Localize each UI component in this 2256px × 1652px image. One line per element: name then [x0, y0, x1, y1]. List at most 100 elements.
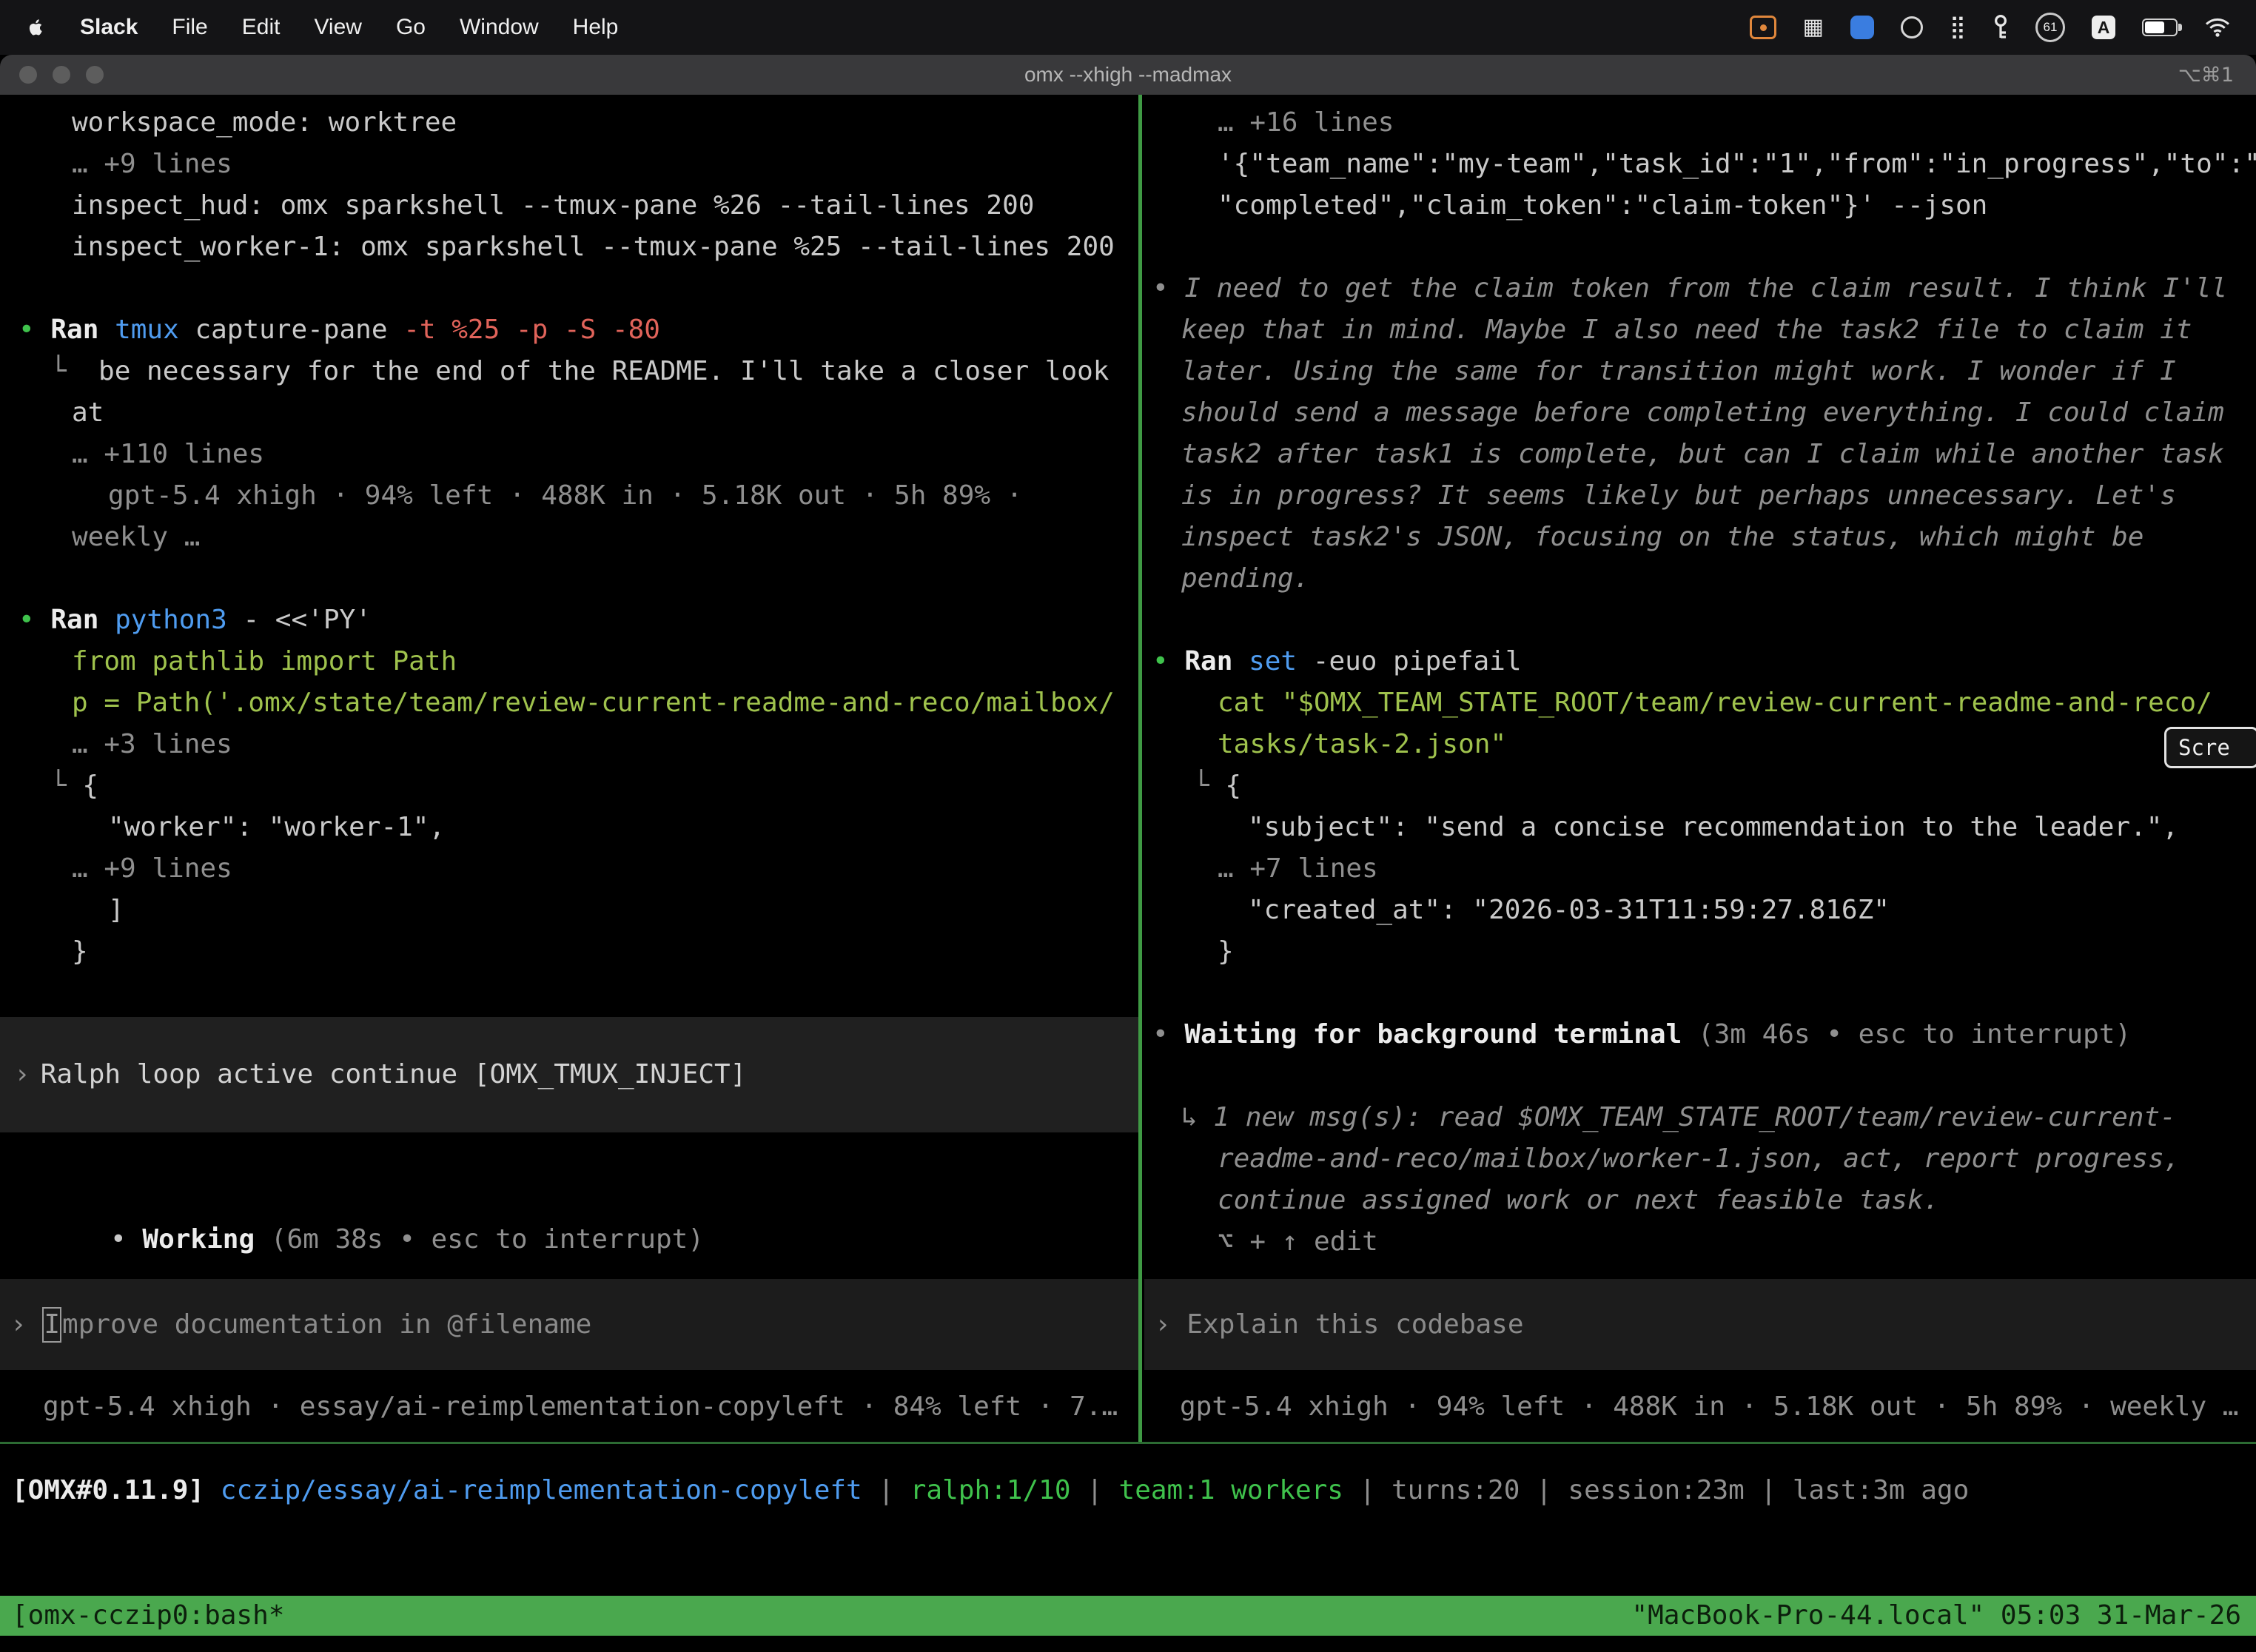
- terminal-line: ↳ 1 new msg(s): read $OMX_TEAM_STATE_ROO…: [1144, 1097, 2256, 1138]
- terminal-line: └ {: [1144, 765, 2256, 807]
- terminal-line: from pathlib import Path: [0, 641, 1138, 682]
- terminal-line: └ {: [0, 765, 1138, 807]
- menu-app-name[interactable]: Slack: [80, 15, 138, 40]
- terminal-line: [1144, 600, 2256, 641]
- banner-prompt-icon: ›: [0, 1054, 30, 1095]
- terminal-line: • I need to get the claim token from the…: [1144, 268, 2256, 309]
- prompt-chevron-icon: ›: [0, 1304, 42, 1346]
- clipped-screenshot-chip[interactable]: Scre: [2164, 727, 2256, 768]
- prompt-chevron-icon: ›: [1144, 1304, 1186, 1346]
- right-pane-transcript: … +16 lines'{"team_name":"my-team","task…: [1144, 95, 2256, 1263]
- menu-bar: Slack File Edit View Go Window Help ▦ ⣿ …: [0, 0, 2256, 55]
- composer-placeholder: mprove documentation in @filename: [62, 1304, 591, 1346]
- terminal-line: … +110 lines: [0, 434, 1138, 475]
- left-model-status: gpt-5.4 xhigh · essay/ai-reimplementatio…: [0, 1386, 1138, 1428]
- terminal-line: … +9 lines: [0, 848, 1138, 890]
- window-title-bar: omx --xhigh --madmax ⌥⌘1: [0, 55, 2256, 95]
- terminal-line: tasks/task-2.json": [1144, 724, 2256, 765]
- close-button[interactable]: [19, 66, 37, 84]
- terminal-line: … +16 lines: [1144, 102, 2256, 144]
- terminal-line: inspect_worker-1: omx sparkshell --tmux-…: [0, 226, 1138, 268]
- terminal-line: [1144, 1055, 2256, 1097]
- terminal-line: }: [0, 931, 1138, 973]
- tmux-session-name: [omx-cczip0:bash*: [12, 1595, 284, 1636]
- tmux-pane-right: … +16 lines'{"team_name":"my-team","task…: [1144, 95, 2256, 1443]
- menu-help[interactable]: Help: [573, 15, 619, 40]
- minimize-button[interactable]: [53, 66, 70, 84]
- menu-go[interactable]: Go: [396, 15, 426, 40]
- terminal-line: └ be necessary for the end of the README…: [0, 351, 1138, 392]
- battery-percent-value: 61: [2044, 20, 2058, 35]
- app-switcher-icon[interactable]: ⣿: [1950, 16, 1966, 38]
- menu-edit[interactable]: Edit: [242, 15, 281, 40]
- terminal-line: continue assigned work or next feasible …: [1144, 1180, 2256, 1221]
- terminal-line: task2 after task1 is complete, but can I…: [1144, 434, 2256, 475]
- ralph-loop-banner: › Ralph loop active continue [OMX_TMUX_I…: [0, 1017, 1138, 1132]
- terminal-line: }: [1144, 931, 2256, 973]
- wifi-icon[interactable]: [2204, 17, 2231, 38]
- terminal-line: [1144, 973, 2256, 1014]
- tmux-pane-left: workspace_mode: worktree … +9 lines inspec…: [0, 95, 1138, 1443]
- terminal-line: "completed","claim_token":"claim-token"}…: [1144, 185, 2256, 226]
- password-key-icon[interactable]: [1993, 14, 2009, 41]
- working-bullet-icon: •: [110, 1224, 142, 1255]
- terminal-line: [OMX#0.11.9] cczip/essay/ai-reimplementa…: [0, 1470, 2256, 1511]
- notch-app-icon[interactable]: [1901, 16, 1923, 38]
- terminal-line: … +3 lines: [0, 724, 1138, 765]
- terminal-line: … +7 lines: [1144, 848, 2256, 890]
- menu-window[interactable]: Window: [460, 15, 539, 40]
- battery-icon[interactable]: [2142, 19, 2178, 36]
- terminal-line: [0, 558, 1138, 600]
- apple-menu-icon[interactable]: [25, 17, 46, 38]
- grid-menu-icon[interactable]: ▦: [1803, 16, 1824, 38]
- working-label: Working: [142, 1224, 270, 1255]
- terminal-line: should send a message before completing …: [1144, 392, 2256, 434]
- screen-recording-indicator-icon[interactable]: [1750, 16, 1776, 39]
- working-detail: (6m 38s • esc to interrupt): [271, 1224, 704, 1255]
- tmux-pane-divider[interactable]: [1138, 95, 1142, 1443]
- terminal-line: inspect task2's JSON, focusing on the st…: [1144, 517, 2256, 558]
- terminal-line: '{"team_name":"my-team","task_id":"1","f…: [1144, 144, 2256, 185]
- terminal-line: is in progress? It seems likely but perh…: [1144, 475, 2256, 517]
- left-pane-transcript: workspace_mode: worktree … +9 lines inspec…: [0, 95, 1138, 973]
- terminal-line: "created_at": "2026-03-31T11:59:27.816Z": [1144, 890, 2256, 931]
- terminal-line: • Ran tmux capture-pane -t %25 -p -S -80: [0, 309, 1138, 351]
- terminal-line: [0, 268, 1138, 309]
- terminal-line: ⌥ + ↑ edit: [1144, 1221, 2256, 1263]
- terminal-line: • Ran python3 - <<'PY': [0, 600, 1138, 641]
- terminal-line: inspect_hud: omx sparkshell --tmux-pane …: [0, 185, 1138, 226]
- composer-placeholder: Explain this codebase: [1186, 1304, 1523, 1346]
- terminal-line: gpt-5.4 xhigh · 94% left · 488K in · 5.1…: [0, 475, 1138, 517]
- terminal-window: workspace_mode: worktree … +9 lines inspec…: [0, 95, 2256, 1652]
- text-cursor: I: [42, 1307, 61, 1343]
- right-composer-input[interactable]: › Explain this codebase: [1144, 1279, 2256, 1370]
- terminal-line: "subject": "send a concise recommendatio…: [1144, 807, 2256, 848]
- window-shortcut-hint: ⌥⌘1: [2178, 64, 2256, 87]
- zoom-button[interactable]: [86, 66, 104, 84]
- tmux-host-clock: "MacBook-Pro-44.local" 05:03 31-Mar-26: [1631, 1595, 2241, 1636]
- menu-view[interactable]: View: [314, 15, 361, 40]
- terminal-line: p = Path('.omx/state/team/review-current…: [0, 682, 1138, 724]
- battery-percent-icon[interactable]: 61: [2035, 13, 2065, 42]
- raycast-icon[interactable]: [1850, 16, 1874, 39]
- terminal-line: weekly …: [0, 517, 1138, 558]
- terminal-line: later. Using the same for transition mig…: [1144, 351, 2256, 392]
- window-title: omx --xhigh --madmax: [0, 63, 2256, 87]
- terminal-line: • Ran set -euo pipefail: [1144, 641, 2256, 682]
- terminal-line: cat "$OMX_TEAM_STATE_ROOT/team/review-cu…: [1144, 682, 2256, 724]
- right-model-status: gpt-5.4 xhigh · 94% left · 488K in · 5.1…: [1144, 1386, 2256, 1428]
- banner-text: Ralph loop active continue [OMX_TMUX_INJ…: [30, 1054, 747, 1095]
- pane-bottom-border: [0, 1442, 2256, 1444]
- terminal-line: at: [0, 392, 1138, 434]
- terminal-line: "worker": "worker-1",: [0, 807, 1138, 848]
- left-composer-input[interactable]: › Improve documentation in @filename: [0, 1279, 1138, 1370]
- tmux-status-bar: [omx-cczip0:bash* "MacBook-Pro-44.local"…: [0, 1596, 2256, 1636]
- terminal-line: keep that in mind. Maybe I also need the…: [1144, 309, 2256, 351]
- input-source-icon[interactable]: A: [2092, 16, 2115, 39]
- terminal-line: [1144, 226, 2256, 268]
- terminal-line: workspace_mode: worktree: [0, 102, 1138, 144]
- terminal-line: ]: [0, 890, 1138, 931]
- terminal-line: • Waiting for background terminal (3m 46…: [1144, 1014, 2256, 1055]
- terminal-line: pending.: [1144, 558, 2256, 600]
- menu-file[interactable]: File: [172, 15, 207, 40]
